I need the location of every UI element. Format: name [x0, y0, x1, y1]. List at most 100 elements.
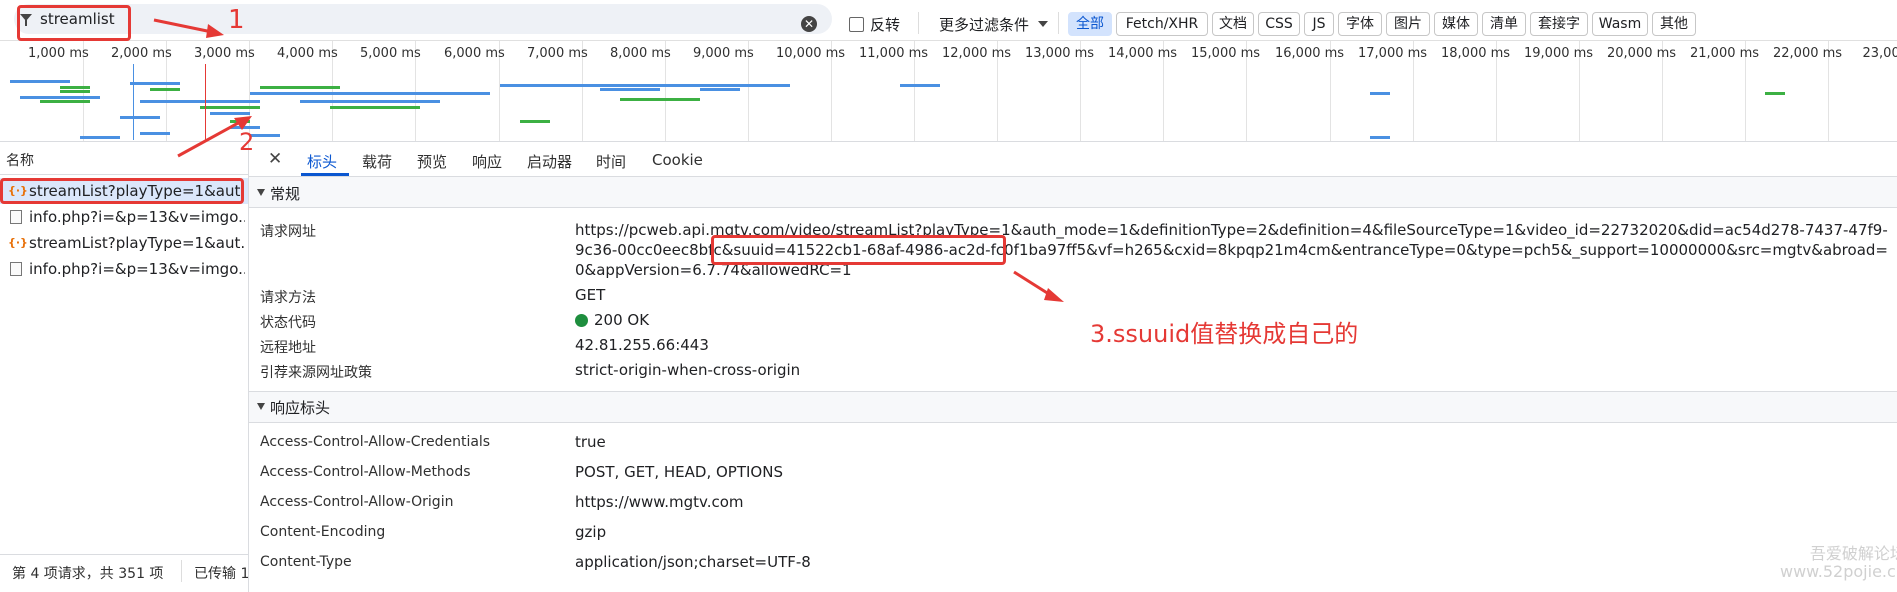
referrer-policy-value: strict-origin-when-cross-origin: [575, 361, 801, 379]
timeline-tick-label: 3,000 ms: [194, 46, 255, 61]
annotation-label-2: 2: [239, 128, 255, 156]
request-url-key: 请求网址: [260, 224, 316, 240]
filter-chip[interactable]: 媒体: [1434, 12, 1478, 36]
timeline-tick-label: 8,000 ms: [610, 46, 671, 61]
timeline-bar: [1370, 92, 1390, 95]
detail-tab[interactable]: Cookie: [652, 151, 703, 169]
timeline-bar: [60, 86, 90, 89]
timeline-tick-label: 15,000 ms: [1191, 46, 1261, 61]
timeline-marker: [133, 64, 134, 140]
filter-chip[interactable]: Fetch/XHR: [1116, 12, 1208, 36]
toolbar-divider: [1058, 12, 1059, 34]
timeline-tick-label: 4,000 ms: [277, 46, 338, 61]
response-header-value: true: [575, 433, 606, 451]
timeline-bar: [300, 100, 440, 103]
filter-chip[interactable]: JS: [1304, 12, 1334, 36]
response-header-key: Content-Type: [260, 554, 352, 570]
annotation-box-filter: [17, 5, 131, 41]
timeline-tick-label: 1,000 ms: [28, 46, 89, 61]
timeline-tick-label: 5,000 ms: [360, 46, 421, 61]
divider: [0, 554, 248, 555]
filter-chip[interactable]: Wasm: [1592, 12, 1648, 36]
request-method-key: 请求方法: [260, 290, 316, 306]
timeline-bar: [500, 84, 780, 87]
request-row[interactable]: {·} streamList?playType=1&aut...: [0, 230, 248, 256]
filter-chip[interactable]: 清单: [1482, 12, 1526, 36]
divider: [0, 174, 248, 175]
response-headers-section-header[interactable]: [249, 391, 1897, 423]
annotation-box-request: [0, 178, 244, 204]
general-section-title[interactable]: 常规: [270, 183, 300, 204]
clear-filter-icon[interactable]: ✕: [801, 16, 817, 32]
document-icon: [10, 210, 22, 224]
collapse-triangle-icon[interactable]: [257, 189, 265, 196]
response-header-key: Access-Control-Allow-Credentials: [260, 434, 491, 450]
timeline-bar: [700, 88, 740, 91]
timeline-tick-label: 7,000 ms: [527, 46, 588, 61]
response-header-key: Content-Encoding: [260, 524, 386, 540]
filter-input-container[interactable]: [14, 4, 832, 34]
chevron-down-icon[interactable]: [1038, 21, 1048, 27]
timeline-tick-label: 23,000: [1862, 46, 1897, 61]
timeline-bar: [20, 96, 100, 99]
timeline-bar: [80, 136, 120, 139]
annotation-box-suuid: [711, 235, 1006, 265]
annotation-arrow-1: [153, 18, 224, 38]
timeline-tick-label: 2,000 ms: [111, 46, 172, 61]
timeline-tick-label: 11,000 ms: [859, 46, 929, 61]
request-method-value: GET: [575, 286, 606, 304]
detail-tab[interactable]: 载荷: [362, 151, 392, 172]
invert-checkbox[interactable]: [849, 17, 864, 32]
timeline-bar: [260, 86, 340, 89]
collapse-triangle-icon[interactable]: [257, 403, 265, 410]
filter-chip[interactable]: CSS: [1258, 12, 1300, 36]
document-icon: [10, 262, 22, 276]
timeline-bar: [250, 92, 490, 95]
remote-address-value: 42.81.255.66:443: [575, 336, 709, 354]
response-header-key: Access-Control-Allow-Methods: [260, 464, 471, 480]
detail-tab[interactable]: 预览: [417, 151, 447, 172]
request-count-status: 第 4 项请求，共 351 项: [12, 566, 164, 582]
status-code-key: 状态代码: [260, 315, 316, 331]
timeline-tick-label: 9,000 ms: [693, 46, 754, 61]
invert-label[interactable]: 反转: [870, 14, 900, 35]
request-row[interactable]: info.php?i=&p=13&v=imgo...: [0, 256, 248, 282]
timeline-bar: [520, 120, 550, 123]
filter-chip[interactable]: 字体: [1338, 12, 1382, 36]
active-tab-indicator: [301, 173, 349, 176]
filter-chip[interactable]: 其他: [1652, 12, 1696, 36]
watermark: 吾爱破解论坛 www.52pojie.cn: [1780, 544, 1897, 581]
filter-chip[interactable]: 文档: [1212, 12, 1254, 36]
request-name: info.php?i=&p=13&v=imgo...: [29, 260, 245, 278]
timeline-tick-label: 20,000 ms: [1607, 46, 1677, 61]
timeline-bar: [1370, 136, 1390, 139]
timeline-tick-label: 22,000 ms: [1773, 46, 1843, 61]
timeline-bar: [200, 106, 260, 109]
timeline-bar: [600, 88, 660, 91]
general-section-header[interactable]: [249, 177, 1897, 208]
status-code-value: 200 OK: [594, 311, 650, 329]
annotation-label-1: 1: [228, 5, 245, 35]
close-icon[interactable]: ✕: [268, 149, 282, 169]
timeline-tick-label: 6,000 ms: [444, 46, 505, 61]
detail-tab[interactable]: 启动器: [527, 151, 572, 172]
annotation-label-3: 3.ssuuid值替换成自己的: [1090, 320, 1359, 348]
filter-chip[interactable]: 图片: [1386, 12, 1430, 36]
timeline-bar: [140, 132, 170, 135]
name-column-header[interactable]: 名称: [6, 150, 34, 170]
filter-chip[interactable]: 全部: [1068, 12, 1112, 36]
timeline-bar: [140, 100, 260, 103]
detail-tab[interactable]: 标头: [307, 151, 337, 172]
response-headers-section-title[interactable]: 响应标头: [270, 397, 330, 418]
detail-tab[interactable]: 响应: [472, 151, 502, 172]
status-ok-icon: [575, 314, 588, 327]
response-header-value: https://www.mgtv.com: [575, 493, 744, 511]
more-filters-dropdown[interactable]: 更多过滤条件: [939, 14, 1029, 35]
timeline-bar: [620, 98, 700, 101]
timeline-tick-label: 13,000 ms: [1025, 46, 1095, 61]
detail-tab[interactable]: 时间: [596, 151, 626, 172]
request-row[interactable]: info.php?i=&p=13&v=imgo...: [0, 204, 248, 230]
filter-chip[interactable]: 套接字: [1530, 12, 1588, 36]
timeline-tick-label: 14,000 ms: [1108, 46, 1178, 61]
timeline-bar: [40, 100, 90, 103]
